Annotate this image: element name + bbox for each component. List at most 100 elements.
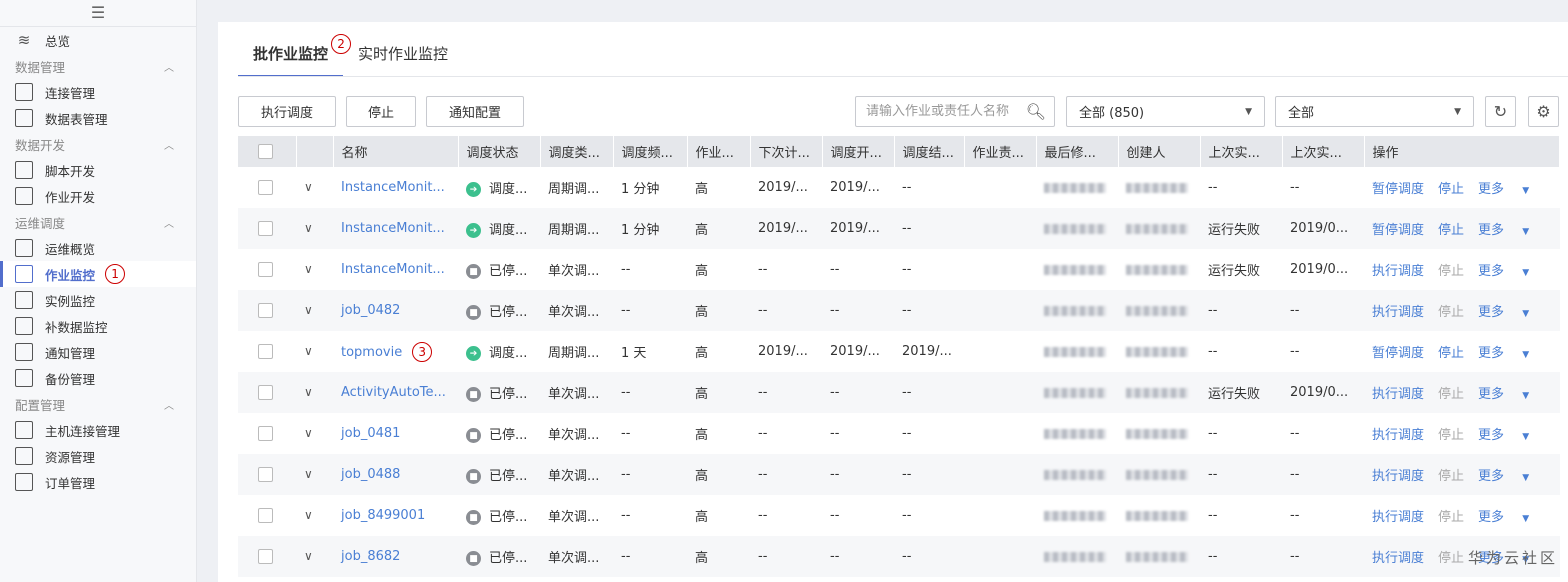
row-checkbox[interactable] [258,344,273,359]
column-header[interactable]: 操作 [1364,136,1560,167]
sidebar-item-overview[interactable]: ≋ 总览 [0,27,196,53]
row-checkbox[interactable] [258,303,273,318]
select-all-checkbox[interactable] [258,144,273,159]
job-name-link[interactable]: topmovie [341,345,402,360]
schedule-action-link[interactable]: 执行调度 [1372,551,1424,566]
more-dropdown[interactable]: 更多 ▼ [1478,469,1543,484]
stop-link[interactable]: 停止 [1438,346,1464,361]
table-row[interactable]: ∨ job_0481 ■ 已停... 单次调... -- 高 -- -- -- -… [238,413,1560,454]
sidebar-item[interactable]: 资源管理 [0,443,196,469]
hamburger-icon[interactable]: ☰ [0,0,196,27]
stop-link[interactable]: 停止 [1438,469,1464,484]
schedule-action-link[interactable]: 暂停调度 [1372,182,1424,197]
search-icon[interactable]: 🔍︎ [1026,102,1046,121]
row-checkbox[interactable] [258,549,273,564]
job-name-link[interactable]: job_8499001 [341,508,425,523]
more-dropdown[interactable]: 更多 ▼ [1478,428,1543,443]
notify-config-button[interactable]: 通知配置 [426,96,524,127]
row-checkbox[interactable] [258,467,273,482]
row-checkbox[interactable] [258,508,273,523]
row-checkbox[interactable] [258,262,273,277]
expand-chevron-icon[interactable]: ∨ [304,221,313,235]
column-header[interactable]: 调度开... [822,136,895,167]
search-input[interactable] [866,104,1026,119]
schedule-action-link[interactable]: 暂停调度 [1372,223,1424,238]
row-checkbox[interactable] [258,426,273,441]
settings-gear-icon[interactable]: ⚙ [1528,96,1559,127]
refresh-icon[interactable]: ↻ [1485,96,1516,127]
sidebar-group[interactable]: 数据开发 ︿ [0,131,196,157]
run-schedule-button[interactable]: 执行调度 [238,96,336,127]
job-name-link[interactable]: InstanceMonit... [341,221,445,236]
expand-chevron-icon[interactable]: ∨ [304,549,313,563]
table-row[interactable]: ∨ InstanceMonit... ➔ 调度... 周期调... 1 分钟 高 … [238,208,1560,249]
job-name-link[interactable]: job_8682 [341,549,400,564]
column-header[interactable]: 作业... [687,136,751,167]
schedule-action-link[interactable]: 执行调度 [1372,387,1424,402]
table-row[interactable]: ∨ topmovie 3 ➔ 调度... 周期调... 1 天 高 2019/...… [238,331,1560,372]
more-dropdown[interactable]: 更多 ▼ [1478,305,1543,320]
sidebar-item[interactable]: 作业开发 [0,183,196,209]
more-dropdown[interactable]: 更多 ▼ [1478,346,1543,361]
sidebar-item[interactable]: 通知管理 [0,339,196,365]
stop-link[interactable]: 停止 [1438,510,1464,525]
sidebar-item[interactable]: 订单管理 [0,469,196,495]
expand-chevron-icon[interactable]: ∨ [304,508,313,522]
table-row[interactable]: ∨ job_8499001 ■ 已停... 单次调... -- 高 -- -- -… [238,495,1560,536]
job-name-link[interactable]: job_0488 [341,467,400,482]
expand-chevron-icon[interactable]: ∨ [304,385,313,399]
more-dropdown[interactable]: 更多 ▼ [1478,510,1543,525]
tab-batch-job-monitor[interactable]: 批作业监控 2 [238,34,352,77]
schedule-action-link[interactable]: 执行调度 [1372,428,1424,443]
column-header[interactable]: 调度类... [540,136,614,167]
column-header[interactable]: 上次实... [1200,136,1283,167]
schedule-action-link[interactable]: 执行调度 [1372,510,1424,525]
expand-chevron-icon[interactable]: ∨ [304,344,313,358]
schedule-action-link[interactable]: 执行调度 [1372,469,1424,484]
more-dropdown[interactable]: 更多 ▼ [1478,264,1543,279]
expand-chevron-icon[interactable]: ∨ [304,426,313,440]
row-checkbox[interactable] [258,385,273,400]
sidebar-item[interactable]: 运维概览 [0,235,196,261]
sidebar-item[interactable]: 脚本开发 [0,157,196,183]
sidebar-item[interactable]: 实例监控 [0,287,196,313]
schedule-action-link[interactable]: 暂停调度 [1372,346,1424,361]
sidebar-item[interactable]: 补数据监控 [0,313,196,339]
more-dropdown[interactable]: 更多 ▼ [1478,387,1543,402]
stop-link[interactable]: 停止 [1438,182,1464,197]
column-header[interactable]: 调度结... [894,136,965,167]
sidebar-item[interactable]: 数据表管理 [0,105,196,131]
row-checkbox[interactable] [258,180,273,195]
sidebar-item[interactable]: 备份管理 [0,365,196,391]
stop-link[interactable]: 停止 [1438,428,1464,443]
schedule-action-link[interactable]: 执行调度 [1372,305,1424,320]
schedule-action-link[interactable]: 执行调度 [1372,264,1424,279]
stop-link[interactable]: 停止 [1438,264,1464,279]
status-filter-select[interactable]: 全部 (850) ▼ [1066,96,1265,127]
type-filter-select[interactable]: 全部 ▼ [1275,96,1474,127]
more-dropdown[interactable]: 更多 ▼ [1478,182,1543,197]
column-header[interactable]: 上次实... [1282,136,1365,167]
sidebar-item[interactable]: 连接管理 [0,79,196,105]
table-row[interactable]: ∨ ActivityAutoTe... ■ 已停... 单次调... -- 高 -… [238,372,1560,413]
sidebar-group[interactable]: 数据管理 ︿ [0,53,196,79]
column-header[interactable]: 下次计... [750,136,823,167]
column-header[interactable]: 最后修... [1036,136,1119,167]
stop-link[interactable]: 停止 [1438,223,1464,238]
table-row[interactable]: ∨ job_0482 ■ 已停... 单次调... -- 高 -- -- -- -… [238,290,1560,331]
column-header[interactable]: 调度状态 [458,136,541,167]
job-name-link[interactable]: job_0482 [341,303,400,318]
table-row[interactable]: ∨ job_8682 ■ 已停... 单次调... -- 高 -- -- -- -… [238,536,1560,577]
column-header[interactable]: 创建人 [1118,136,1201,167]
sidebar-group[interactable]: 运维调度 ︿ [0,209,196,235]
job-name-link[interactable]: ActivityAutoTe... [341,385,446,400]
column-header[interactable]: 调度频... [613,136,688,167]
more-dropdown[interactable]: 更多 ▼ [1478,223,1543,238]
table-row[interactable]: ∨ InstanceMonit... ■ 已停... 单次调... -- 高 --… [238,249,1560,290]
expand-chevron-icon[interactable]: ∨ [304,262,313,276]
sidebar-group[interactable]: 配置管理 ︿ [0,391,196,417]
tab-realtime-job-monitor[interactable]: 实时作业监控 [343,42,463,77]
row-checkbox[interactable] [258,221,273,236]
sidebar-item[interactable]: 作业监控 1 [0,261,196,287]
job-name-link[interactable]: InstanceMonit... [341,262,445,277]
